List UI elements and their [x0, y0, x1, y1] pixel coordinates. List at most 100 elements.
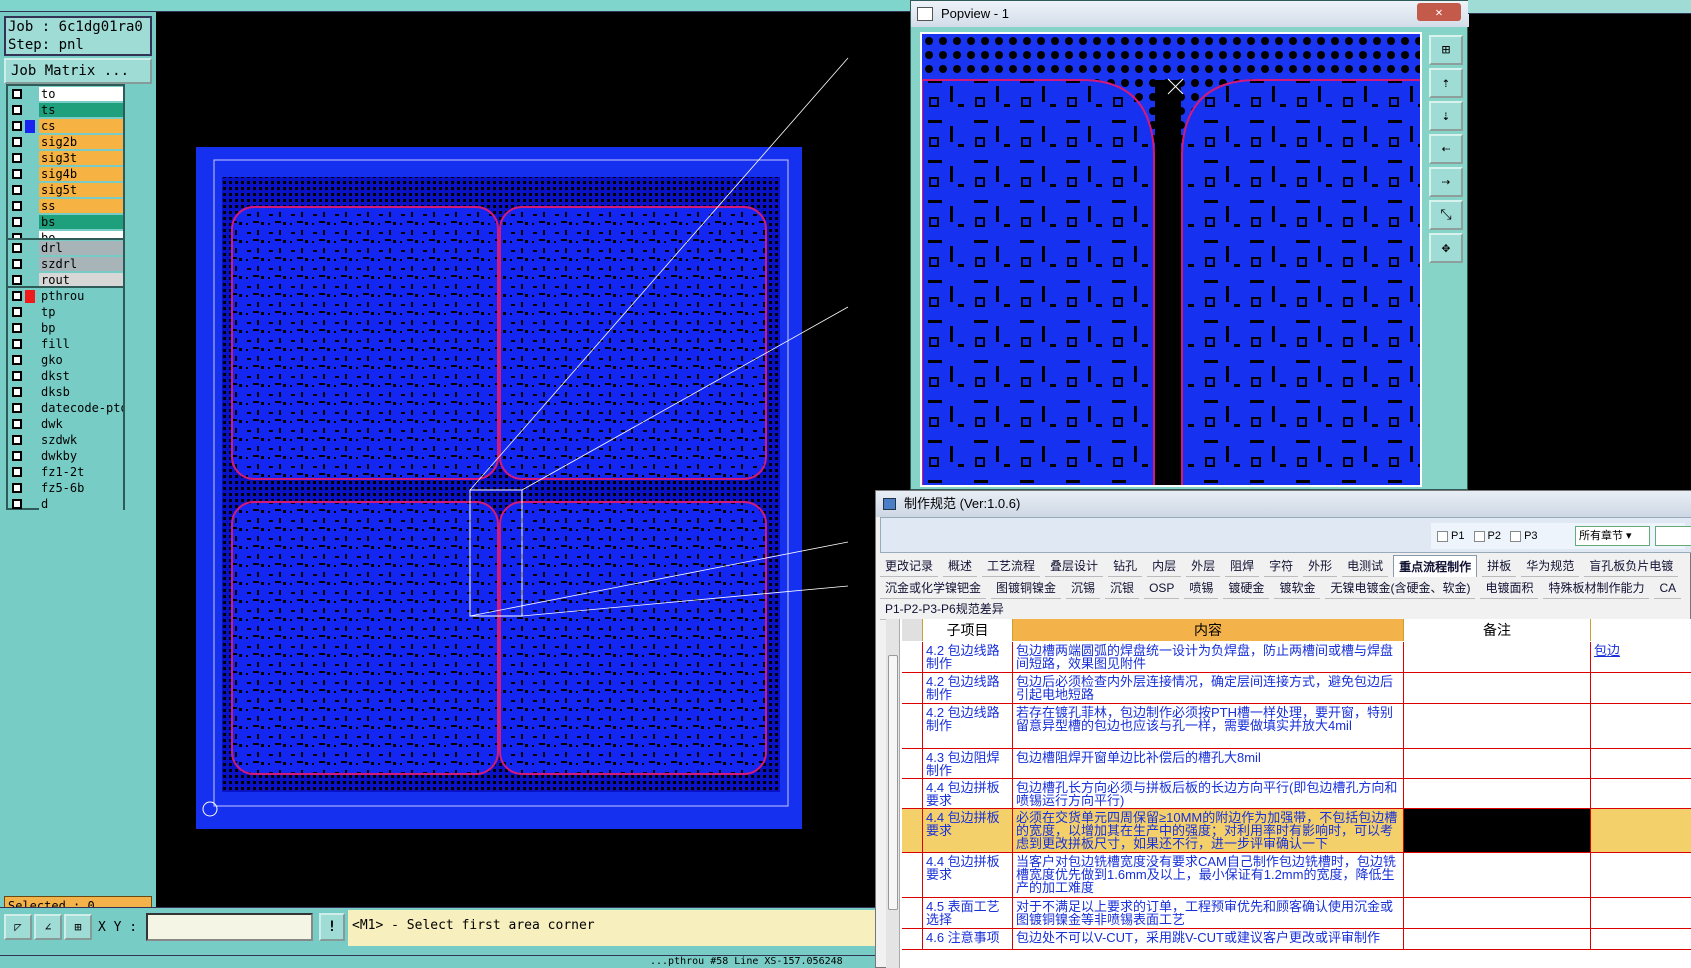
- layer-checkbox[interactable]: [12, 169, 22, 179]
- layer-checkbox[interactable]: [12, 499, 22, 509]
- tab[interactable]: 喷锡: [1184, 577, 1219, 599]
- cell-extra[interactable]: [1591, 779, 1691, 808]
- tab[interactable]: P1-P2-P3-P6规范差异: [880, 598, 1009, 620]
- layer-checkbox[interactable]: [12, 201, 22, 211]
- tab[interactable]: 钻孔: [1108, 555, 1143, 577]
- tab[interactable]: 无镍电镀金(含硬金、软金): [1325, 577, 1476, 599]
- cell-extra[interactable]: [1591, 673, 1691, 703]
- tab[interactable]: CA: [1654, 577, 1682, 599]
- layer-checkbox[interactable]: [12, 243, 22, 253]
- layer-checkbox[interactable]: [12, 137, 22, 147]
- layer-checkbox[interactable]: [12, 403, 22, 413]
- chapter-select[interactable]: 所有章节 ▾: [1575, 526, 1650, 546]
- layer-checkbox[interactable]: [12, 483, 22, 493]
- layer-checkbox[interactable]: [12, 323, 22, 333]
- close-button[interactable]: ✕: [1417, 3, 1461, 21]
- layer-checkbox[interactable]: [12, 153, 22, 163]
- layer-row[interactable]: ts: [8, 102, 123, 118]
- tab[interactable]: 华为规范: [1521, 555, 1580, 577]
- table-row[interactable]: 4.2 包边线路制作 包边槽两端圆弧的焊盘统一设计为负焊盘，防止两槽间或槽与焊盘间…: [902, 642, 1691, 673]
- p2-checkbox[interactable]: [1473, 530, 1485, 542]
- table-row[interactable]: 4.2 包边线路制作 包边后必须检查内外层连接情况，确定层间连接方式，避免包边后引…: [902, 673, 1691, 704]
- job-matrix-button[interactable]: Job Matrix ...: [4, 58, 152, 84]
- tab[interactable]: 叠层设计: [1045, 555, 1104, 577]
- zoom-home-icon[interactable]: ⊞: [1429, 35, 1463, 65]
- table-row[interactable]: 4.4 包边拼板要求 包边槽孔长方向必须与拼板后板的长边方向平行(即包边槽孔方向和…: [902, 779, 1691, 809]
- p1-checkbox[interactable]: [1437, 530, 1448, 542]
- layer-checkbox[interactable]: [12, 259, 22, 269]
- layer-row[interactable]: d: [8, 496, 123, 512]
- layer-row[interactable]: fill: [8, 336, 123, 352]
- layer-checkbox[interactable]: [12, 121, 22, 131]
- layer-row[interactable]: tp: [8, 304, 123, 320]
- layer-checkbox[interactable]: [12, 355, 22, 365]
- grid-icon[interactable]: ⊞: [64, 914, 92, 940]
- p3-checkbox[interactable]: [1510, 530, 1522, 542]
- layer-checkbox[interactable]: [12, 339, 22, 349]
- layer-row[interactable]: fz5-6b: [8, 480, 123, 496]
- layer-row[interactable]: to: [8, 86, 123, 102]
- layer-row[interactable]: sig2b: [8, 134, 123, 150]
- pan-down-icon[interactable]: ⇣: [1429, 101, 1463, 131]
- layer-row[interactable]: dwkby: [8, 448, 123, 464]
- cell-extra[interactable]: [1591, 853, 1691, 897]
- layer-checkbox[interactable]: [12, 217, 22, 227]
- cell-extra[interactable]: 包边: [1591, 642, 1691, 672]
- tab[interactable]: 阻焊: [1225, 555, 1260, 577]
- graphics-area[interactable]: [156, 12, 911, 907]
- layer-row[interactable]: fz1-2t: [8, 464, 123, 480]
- tab[interactable]: 内层: [1147, 555, 1182, 577]
- pan-right-icon[interactable]: ⇢: [1429, 167, 1463, 197]
- layer-row[interactable]: dkst: [8, 368, 123, 384]
- layer-row[interactable]: pthrou: [8, 288, 123, 304]
- layer-checkbox[interactable]: [12, 291, 22, 301]
- tab[interactable]: 沉锡: [1066, 577, 1101, 599]
- layer-checkbox[interactable]: [12, 419, 22, 429]
- table-row[interactable]: 4.6 注意事项 包边处不可以V-CUT，采用跳V-CUT或建议客户更改或评审制作: [902, 929, 1691, 950]
- layer-row[interactable]: bp: [8, 320, 123, 336]
- tab[interactable]: 重点流程制作: [1393, 555, 1478, 577]
- measure-icon[interactable]: ∠: [34, 914, 62, 940]
- tab[interactable]: 外形: [1303, 555, 1338, 577]
- tab[interactable]: 图镀铜镍金: [991, 577, 1062, 599]
- vertical-scrollbar[interactable]: [886, 619, 900, 968]
- layer-row[interactable]: bs: [8, 214, 123, 230]
- layer-checkbox[interactable]: [12, 451, 22, 461]
- table-row[interactable]: 4.3 包边阻焊制作 包边槽阻焊开窗单边比补偿后的槽孔大8mil: [902, 749, 1691, 779]
- scroll-thumb[interactable]: [888, 655, 898, 910]
- tab[interactable]: 沉银: [1105, 577, 1140, 599]
- cell-extra[interactable]: [1591, 809, 1691, 852]
- layer-row[interactable]: datecode-pto: [8, 400, 123, 416]
- layer-row[interactable]: ss: [8, 198, 123, 214]
- search-input[interactable]: [1655, 526, 1691, 546]
- layer-row[interactable]: dksb: [8, 384, 123, 400]
- layer-row[interactable]: sig5t: [8, 182, 123, 198]
- cell-extra[interactable]: [1591, 704, 1691, 748]
- table-row[interactable]: 4.2 包边线路制作 若存在镀孔菲林，包边制作必须按PTH槽一样处理，要开窗，特别…: [902, 704, 1691, 749]
- pan-left-icon[interactable]: ⇠: [1429, 134, 1463, 164]
- pan-up-icon[interactable]: ⇡: [1429, 68, 1463, 98]
- zoom-out-icon[interactable]: ⤡: [1429, 200, 1463, 230]
- zoom-in-icon[interactable]: ✥: [1429, 233, 1463, 263]
- tab[interactable]: 电镀面积: [1480, 577, 1539, 599]
- layer-checkbox[interactable]: [12, 105, 22, 115]
- layer-checkbox[interactable]: [12, 435, 22, 445]
- layer-row[interactable]: sig4b: [8, 166, 123, 182]
- layer-checkbox[interactable]: [12, 387, 22, 397]
- tab[interactable]: 外层: [1186, 555, 1221, 577]
- tab[interactable]: 特殊板材制作能力: [1543, 577, 1650, 599]
- cell-extra[interactable]: [1591, 898, 1691, 928]
- layer-checkbox[interactable]: [12, 371, 22, 381]
- tab[interactable]: 镀软金: [1274, 577, 1321, 599]
- table-row[interactable]: 4.4 包边拼板要求 当客户对包边铣槽宽度没有要求CAM自己制作包边铣槽时，包边铣…: [902, 853, 1691, 898]
- cell-extra[interactable]: [1591, 929, 1691, 949]
- xy-input[interactable]: [146, 913, 313, 941]
- layer-checkbox[interactable]: [12, 307, 22, 317]
- tab[interactable]: 盲孔板负片电镀: [1584, 555, 1679, 577]
- layer-row[interactable]: szdrl: [8, 256, 123, 272]
- tab[interactable]: OSP: [1144, 577, 1180, 599]
- cell-extra[interactable]: [1591, 749, 1691, 778]
- tab[interactable]: 镀硬金: [1223, 577, 1270, 599]
- layer-row[interactable]: dwk: [8, 416, 123, 432]
- zoom-area-icon[interactable]: ◸: [4, 914, 32, 940]
